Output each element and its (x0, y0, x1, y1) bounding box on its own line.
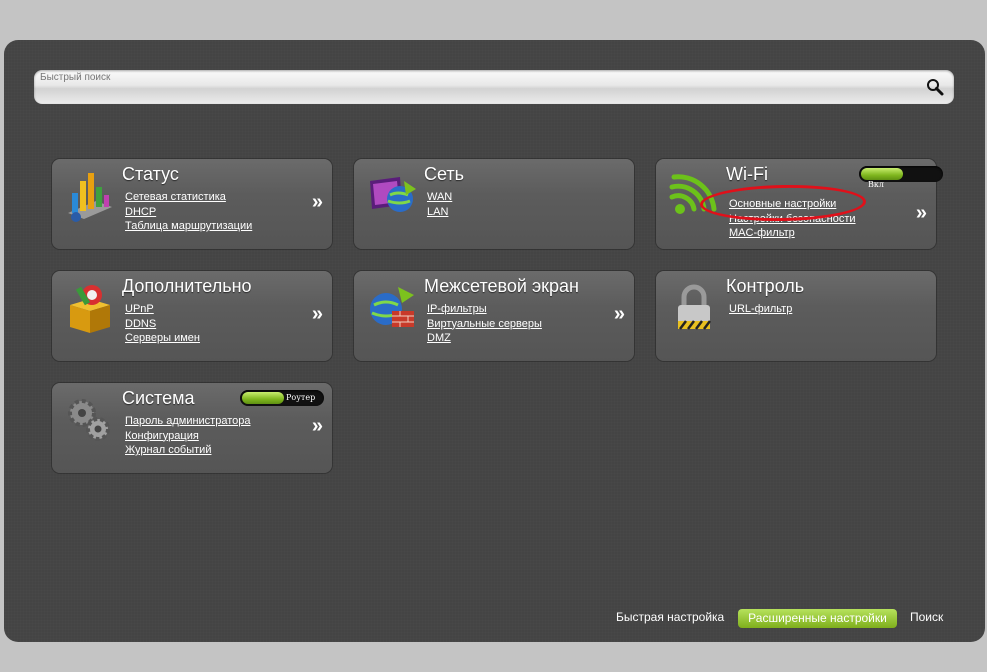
expand-arrow[interactable]: » (916, 203, 927, 223)
toggle-knob (242, 392, 284, 404)
tile-advanced: Дополнительно UPnP DDNS Серверы имен » (52, 271, 332, 361)
link-dmz[interactable]: DMZ (427, 332, 451, 344)
link-security-settings[interactable]: Настройки безопасности (729, 213, 856, 225)
router-mode-label: Роутер (286, 393, 316, 402)
bar-chart-icon (68, 173, 112, 222)
wifi-toggle-label: Вкл (868, 180, 884, 189)
link-ip-filters[interactable]: IP-фильтры (427, 303, 487, 315)
main-panel: Быстрый поиск Статус Сетевая статистика … (4, 40, 985, 642)
tile-title: Сеть (424, 164, 465, 184)
link-admin-password[interactable]: Пароль администратора (125, 415, 251, 427)
link-list: Сетевая статистика DHCP Таблица маршрути… (125, 189, 252, 233)
link-name-servers[interactable]: Серверы имен (125, 332, 200, 344)
padlock-icon (678, 284, 711, 330)
link-list: Пароль администратора Конфигурация Журна… (125, 413, 251, 457)
globe-monitor-icon (370, 177, 416, 212)
expand-arrow[interactable]: » (614, 304, 625, 324)
link-url-filter[interactable]: URL-фильтр (729, 303, 792, 315)
link-dhcp[interactable]: DHCP (125, 206, 156, 218)
search-icon[interactable] (925, 77, 945, 97)
tile-system: Система Роутер Пароль администратора Кон… (52, 383, 332, 473)
toggle-knob (861, 168, 903, 180)
link-upnp[interactable]: UPnP (125, 303, 154, 315)
tile-control: Контроль URL-фильтр (656, 271, 936, 361)
search-placeholder: Быстрый поиск (40, 72, 111, 83)
link-list: IP-фильтры Виртуальные серверы DMZ (427, 301, 542, 345)
link-network-statistics[interactable]: Сетевая статистика (125, 191, 226, 203)
link-lan[interactable]: LAN (427, 206, 448, 218)
link-list: UPnP DDNS Серверы имен (125, 301, 200, 345)
quick-search-bar[interactable]: Быстрый поиск (34, 70, 954, 104)
link-list: Основные настройки Настройки безопасност… (729, 196, 856, 240)
tile-wifi: Wi-Fi Вкл Основные настройки Настройки б… (656, 159, 943, 249)
wifi-icon (669, 174, 717, 214)
expand-arrow[interactable]: » (312, 304, 323, 324)
link-event-log[interactable]: Журнал событий (125, 444, 211, 456)
link-routing-table[interactable]: Таблица маршрутизации (125, 220, 252, 232)
tile-firewall: Межсетевой экран IP-фильтры Виртуальные … (354, 271, 634, 361)
link-mac-filter[interactable]: MAC-фильтр (729, 227, 795, 239)
expand-arrow[interactable]: » (312, 192, 323, 212)
quick-setup-link[interactable]: Быстрая настройка (616, 610, 724, 624)
search-link[interactable]: Поиск (910, 610, 943, 624)
advanced-settings-button[interactable]: Расширенные настройки (738, 609, 897, 628)
tile-status: Статус Сетевая статистика DHCP Таблица м… (52, 159, 332, 249)
link-virtual-servers[interactable]: Виртуальные серверы (427, 318, 542, 330)
gears-icon (68, 399, 110, 441)
link-ddns[interactable]: DDNS (125, 318, 156, 330)
expand-arrow[interactable]: » (312, 416, 323, 436)
link-configuration[interactable]: Конфигурация (125, 430, 199, 442)
firewall-globe-icon (370, 287, 414, 327)
toolbox-icon (70, 285, 110, 333)
link-list: WAN LAN (427, 189, 452, 218)
tile-title: Дополнительно (122, 276, 252, 296)
tile-network: Сеть WAN LAN (354, 159, 634, 249)
link-wan[interactable]: WAN (427, 191, 452, 203)
tile-title: Межсетевой экран (424, 276, 579, 296)
tile-title: Статус (122, 164, 179, 184)
link-basic-settings[interactable]: Основные настройки (729, 198, 836, 210)
tile-title: Система (122, 388, 195, 408)
tile-title: Контроль (726, 276, 805, 296)
link-list: URL-фильтр (729, 301, 792, 316)
tile-title: Wi-Fi (726, 164, 768, 184)
